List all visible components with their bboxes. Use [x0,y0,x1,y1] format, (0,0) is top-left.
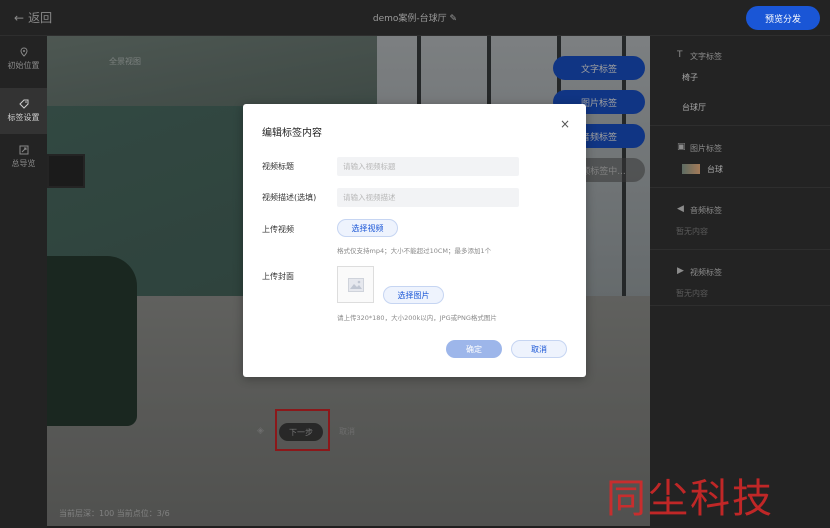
video-title-input[interactable] [337,157,519,176]
image-placeholder-icon [347,277,364,292]
select-image-button[interactable]: 选择图片 [383,286,444,304]
page-title: demo案例-台球厅 ✎ [372,14,458,24]
sidebar-item-label: 初始位置 [7,61,40,70]
dialog-cancel-button[interactable]: 取消 [511,340,567,358]
tag-icon [18,99,28,109]
list-item[interactable]: 台球厅 [682,102,706,113]
cover-preview[interactable] [337,266,374,303]
edit-tag-dialog: 编辑标签内容 × 视频标题 视频描述(选填) 上传视频 选择视频 格式仅支持mp… [243,104,586,377]
video-desc-input[interactable] [337,188,519,207]
cover-hint: 请上传320*180，大小200k以内，JPG或PNG格式图片 [337,314,497,322]
upload-cover-label: 上传封面 [262,272,294,281]
edit-pencil-icon[interactable]: ✎ [450,14,458,24]
right-panel: T 文字标签 椅子 台球厅 ▣ 图片标签 台球 ◀ 音频标签 暂无内容 ▶ 视频… [650,36,830,528]
sidebar-item-label: 总导览 [11,159,36,168]
left-sidebar: 初始位置 标签设置 总导览 [0,36,47,528]
text-type-icon: T [677,50,683,60]
confirm-button[interactable]: 确定 [446,340,502,358]
sidebar-item-overview[interactable]: 总导览 [0,134,47,180]
image-tag-section: ▣ 图片标签 台球 [650,126,830,188]
text-tag-section: T 文字标签 椅子 台球厅 [650,36,830,126]
sidebar-item-label: 标签设置 [7,113,40,122]
watermark-text: 同尘科技 [606,476,774,522]
video-title-label: 视频标题 [262,162,294,171]
expand-icon [19,145,28,155]
video-desc-label: 视频描述(选填) [262,193,317,202]
upload-video-label: 上传视频 [262,225,294,234]
top-bar: ← 返回 demo案例-台球厅 ✎ 预览分发 [0,0,830,36]
list-item[interactable]: 台球 [707,164,723,175]
image-thumbnail [682,164,700,174]
preview-publish-button[interactable]: 预览分发 [746,6,820,30]
select-video-button[interactable]: 选择视频 [337,219,398,237]
close-icon[interactable]: × [560,117,570,131]
dialog-title: 编辑标签内容 [262,128,322,139]
video-icon: ▶ [677,266,684,276]
video-tag-section: ▶ 视频标签 暂无内容 [650,250,830,306]
sidebar-item-tag-settings[interactable]: 标签设置 [0,88,47,134]
speaker-icon: ◀ [677,204,684,214]
audio-tag-section: ◀ 音频标签 暂无内容 [650,188,830,250]
location-pin-icon [19,47,28,57]
sidebar-item-initial-position[interactable]: 初始位置 [0,36,47,82]
video-hint: 格式仅支持mp4；大小不能超过10CM；最多添加1个 [337,247,492,255]
list-item[interactable]: 椅子 [682,72,698,83]
image-icon: ▣ [677,142,686,152]
